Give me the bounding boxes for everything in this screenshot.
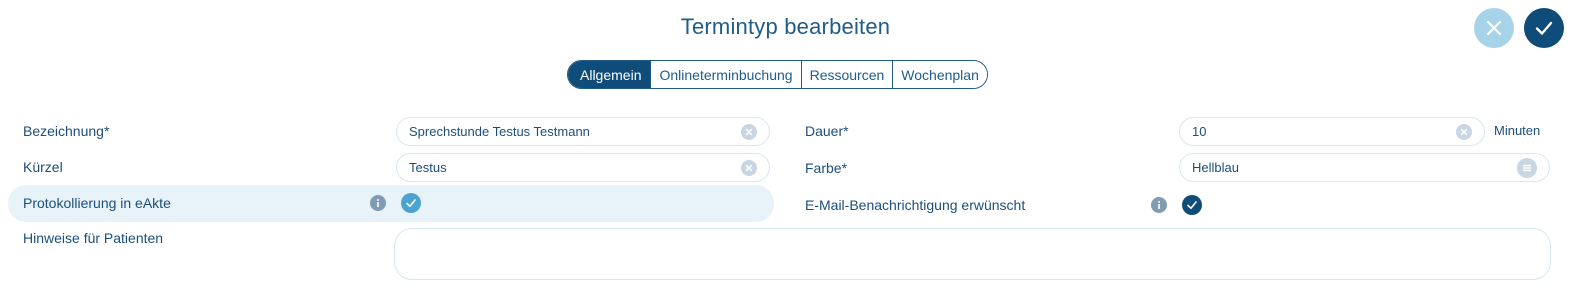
hinweise-textarea[interactable] bbox=[394, 228, 1551, 280]
dauer-label: Dauer* bbox=[805, 123, 849, 139]
protokollierung-label: Protokollierung in eAkte bbox=[23, 195, 171, 211]
farbe-label: Farbe* bbox=[805, 160, 848, 176]
tab-onlineterminbuchung[interactable]: Onlineterminbuchung bbox=[650, 61, 801, 88]
menu-icon[interactable] bbox=[1517, 157, 1537, 178]
dauer-value: 10 bbox=[1192, 124, 1207, 139]
checkmark-icon bbox=[1535, 21, 1553, 35]
dialog-title: Termintyp bearbeiten bbox=[680, 14, 891, 39]
dauer-field[interactable]: 10 bbox=[1179, 117, 1485, 146]
clear-bezeichnung-icon[interactable] bbox=[741, 123, 757, 140]
close-icon bbox=[1486, 20, 1502, 36]
clear-dauer-icon[interactable] bbox=[1456, 123, 1472, 140]
cancel-button[interactable] bbox=[1474, 8, 1514, 48]
tab-ressourcen[interactable]: Ressourcen bbox=[800, 61, 893, 88]
bezeichnung-field[interactable]: Sprechstunde Testus Testmann bbox=[396, 117, 770, 146]
farbe-value: Hellblau bbox=[1192, 160, 1239, 175]
info-icon[interactable] bbox=[370, 195, 386, 211]
dauer-unit: Minuten bbox=[1494, 123, 1541, 138]
farbe-select[interactable]: Hellblau bbox=[1179, 153, 1550, 182]
email-label: E-Mail-Benachrichtigung erwünscht bbox=[805, 197, 1026, 213]
protokollierung-checkbox[interactable] bbox=[401, 193, 421, 213]
confirm-button[interactable] bbox=[1524, 8, 1564, 48]
kuerzel-label: Kürzel bbox=[23, 159, 63, 175]
bezeichnung-label: Bezeichnung* bbox=[23, 123, 110, 139]
tab-bar: Allgemein Onlineterminbuchung Ressourcen… bbox=[567, 60, 988, 89]
kuerzel-field[interactable]: Testus bbox=[396, 153, 770, 182]
clear-kuerzel-icon[interactable] bbox=[741, 159, 757, 176]
tab-wochenplan[interactable]: Wochenplan bbox=[892, 61, 987, 88]
kuerzel-value: Testus bbox=[409, 160, 447, 175]
info-icon[interactable] bbox=[1151, 197, 1167, 213]
bezeichnung-value: Sprechstunde Testus Testmann bbox=[409, 124, 590, 139]
tab-allgemein[interactable]: Allgemein bbox=[568, 61, 651, 88]
hinweise-label: Hinweise für Patienten bbox=[23, 230, 164, 246]
email-checkbox[interactable] bbox=[1182, 195, 1202, 215]
